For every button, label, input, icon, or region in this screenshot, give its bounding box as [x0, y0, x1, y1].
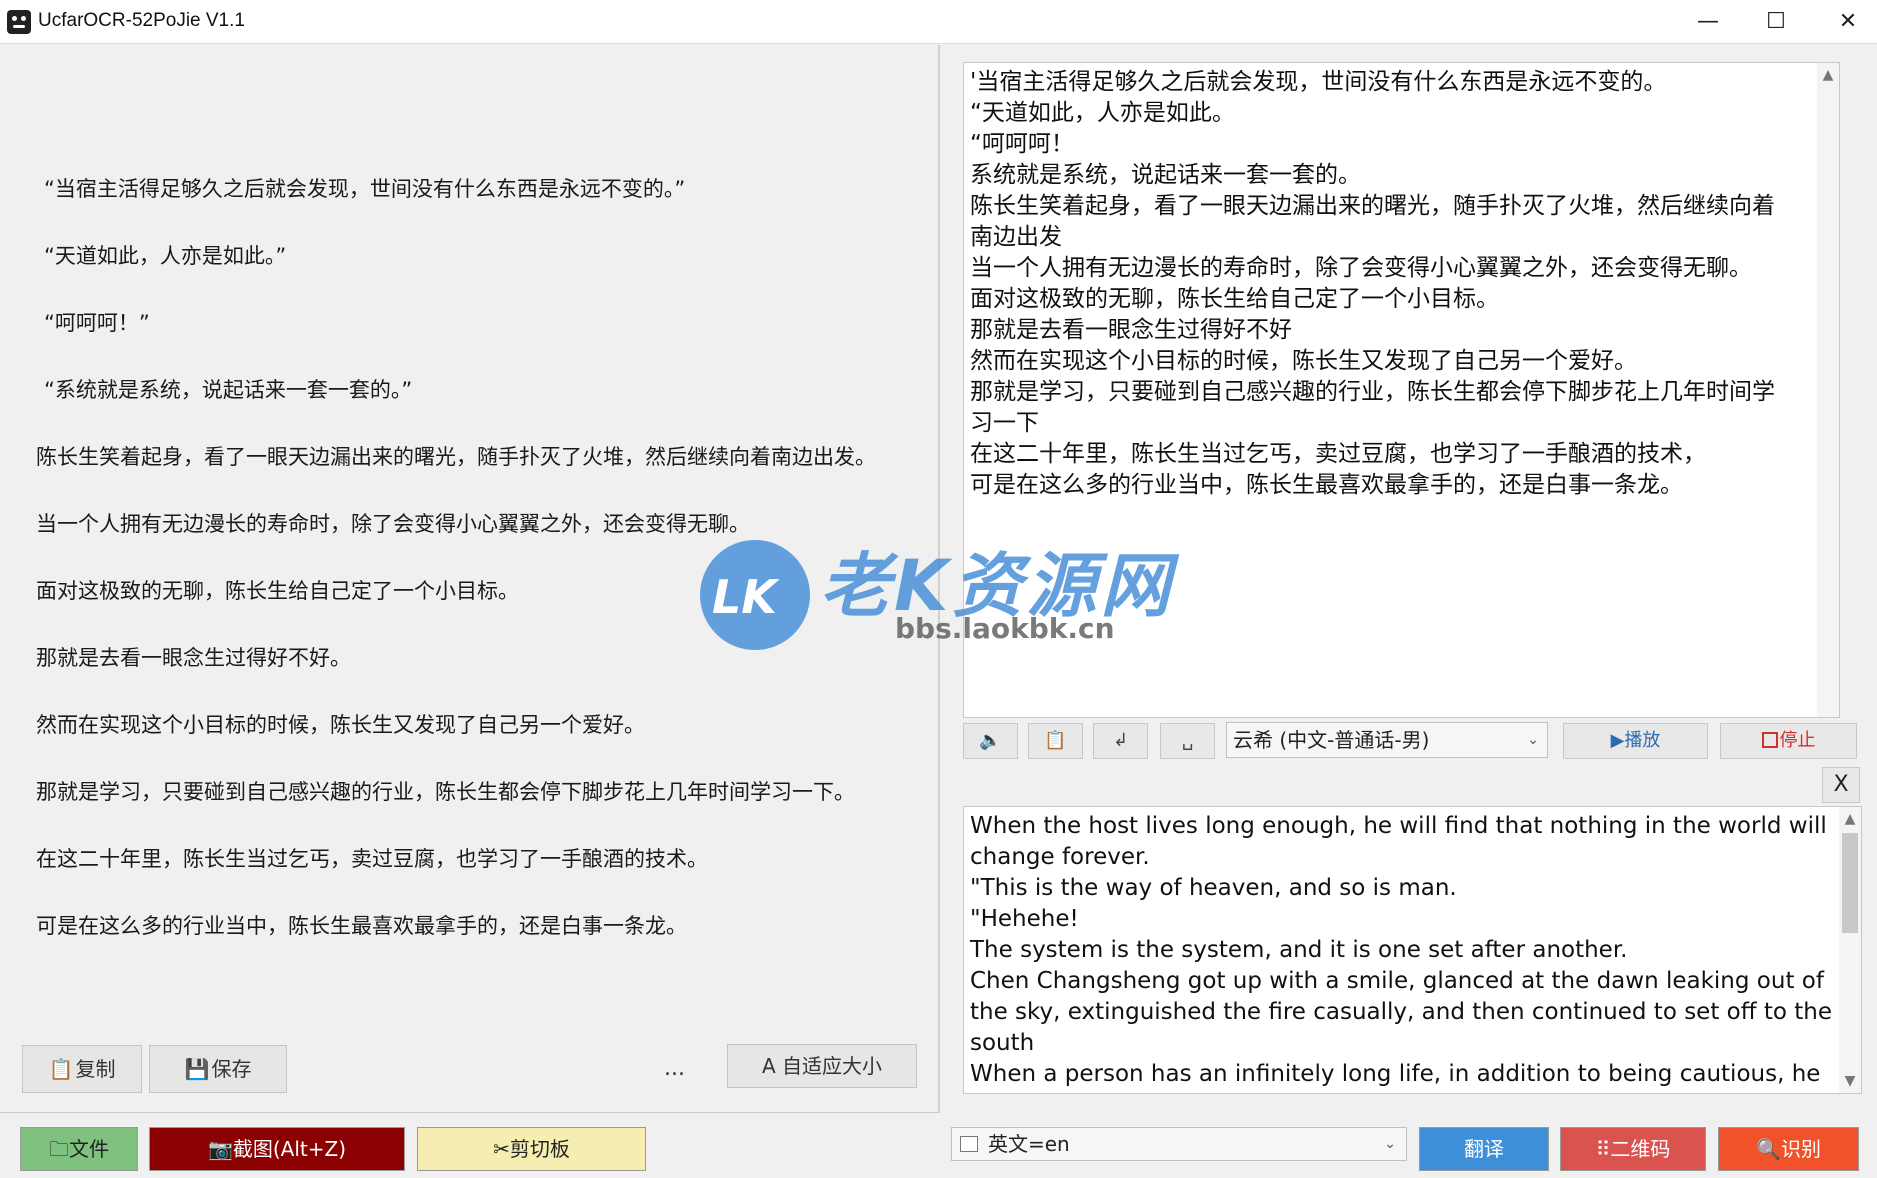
stop-icon [1761, 732, 1778, 748]
translation-line: The system is the system, and it is one … [970, 937, 1628, 963]
source-line: 然而在实现这个小目标的时候，陈长生又发现了自己另一个爱好。 [36, 713, 645, 737]
app-logo-icon [7, 10, 31, 34]
qrcode-label: 二维码 [1610, 1137, 1671, 1161]
source-line: 陈长生笑着起身，看了一眼天边漏出来的曙光，随手扑灭了火堆，然后继续向着南边出发。 [36, 445, 876, 469]
clipboard-icon: 📋 [1044, 730, 1067, 751]
translation-content: When the host lives long enough, he will… [970, 811, 1833, 1090]
copy-icon: 📋 [48, 1057, 74, 1081]
newline-button[interactable]: ↲ [1093, 723, 1148, 759]
ocr-line: 那就是学习，只要碰到自己感兴趣的行业，陈长生都会停下脚步花上几年时间学 [970, 379, 1775, 405]
capture-button[interactable]: 📷截图(Alt+Z) [149, 1127, 405, 1171]
copy-button[interactable]: 📋 复制 [22, 1045, 142, 1093]
ocr-line: 在这二十年里，陈长生当过乞丐，卖过豆腐，也学习了一手酿酒的技术， [970, 441, 1706, 467]
copy-label: 复制 [75, 1057, 116, 1081]
autosize-button[interactable]: A 自适应大小 [727, 1044, 917, 1088]
source-line: “系统就是系统，说起话来一套一套的。” [44, 378, 413, 402]
more-options[interactable]: ... [664, 1056, 685, 1081]
scissors-icon: ✂ [493, 1137, 510, 1161]
source-line: 面对这极致的无聊，陈长生给自己定了一个小目标。 [36, 579, 519, 603]
save-icon: 💾 [184, 1057, 210, 1081]
ocr-line: 然而在实现这个小目标的时候，陈长生又发现了自己另一个爱好。 [970, 348, 1637, 374]
target-language-select[interactable]: 英文=en ⌄ [951, 1127, 1407, 1161]
capture-label: 截图(Alt+Z) [232, 1137, 347, 1161]
source-line: “天道如此，人亦是如此。” [44, 244, 287, 268]
translation-line: change forever. [970, 844, 1150, 870]
paste-button[interactable]: 📋 [1028, 723, 1083, 759]
save-label: 保存 [211, 1057, 252, 1081]
voice-select[interactable]: 云希 (中文-普通话-男) ⌄ [1226, 722, 1548, 758]
file-label: 文件 [69, 1137, 109, 1161]
recognize-button[interactable]: 🔍识别 [1718, 1127, 1859, 1171]
chevron-down-icon: ⌄ [1527, 732, 1539, 748]
speaker-button[interactable]: 🔈 [963, 723, 1018, 759]
language-flag-icon [960, 1136, 978, 1152]
translation-line: the sky, extinguished the fire casually,… [970, 999, 1833, 1025]
ocr-scrollbar[interactable]: ▲ [1817, 63, 1839, 717]
folder-icon: 🗀 [49, 1137, 69, 1161]
speaker-icon: 🔈 [979, 730, 1002, 751]
ocr-line: 面对这极致的无聊，陈长生给自己定了一个小目标。 [970, 286, 1499, 312]
recognize-label: 识别 [1780, 1137, 1821, 1161]
clipboard-label: 剪切板 [509, 1137, 570, 1161]
play-button[interactable]: ▶播放 [1563, 723, 1708, 759]
translation-line: south [970, 1030, 1035, 1056]
ocr-result-textbox[interactable]: '当宿主活得足够久之后就会发现，世间没有什么东西是永远不变的。 “天道如此，人亦… [963, 62, 1840, 718]
target-language-value: 英文=en [988, 1132, 1070, 1156]
close-button[interactable]: ✕ [1812, 0, 1877, 44]
translation-textbox[interactable]: When the host lives long enough, he will… [963, 806, 1862, 1094]
ocr-result-content: '当宿主活得足够久之后就会发现，世间没有什么东西是永远不变的。 “天道如此，人亦… [970, 67, 1805, 501]
source-line: 那就是去看一眼念生过得好不好。 [36, 646, 351, 670]
window-title: UcfarOCR-52PoJie V1.1 [38, 10, 245, 31]
ocr-line: 那就是去看一眼念生过得好不好 [970, 317, 1292, 343]
save-button[interactable]: 💾 保存 [149, 1045, 287, 1093]
source-line: 可是在这么多的行业当中，陈长生最喜欢最拿手的，还是白事一条龙。 [36, 914, 687, 938]
space-icon: ␣ [1181, 730, 1194, 751]
stop-label: 停止 [1779, 730, 1816, 751]
clipboard-button[interactable]: ✂剪切板 [417, 1127, 646, 1171]
title-bar: UcfarOCR-52PoJie V1.1 — ☐ ✕ [0, 0, 1877, 44]
space-button[interactable]: ␣ [1160, 723, 1215, 759]
ocr-line: “呵呵呵！ [970, 131, 1074, 157]
scroll-up-arrow-icon[interactable]: ▲ [1817, 67, 1839, 83]
ocr-line: 系统就是系统，说起话来一套一套的。 [970, 162, 1361, 188]
maximize-button[interactable]: ☐ [1740, 0, 1812, 44]
camera-icon: 📷 [207, 1137, 233, 1161]
chevron-down-icon: ⌄ [1384, 1136, 1396, 1152]
translation-line: Chen Changsheng got up with a smile, gla… [970, 968, 1824, 994]
source-line: “呵呵呵！” [44, 311, 150, 335]
translation-line: When the host lives long enough, he will… [970, 813, 1827, 839]
qrcode-button[interactable]: ⠿二维码 [1560, 1127, 1706, 1171]
bottom-toolbar: 🗀文件 📷截图(Alt+Z) ✂剪切板 英文=en ⌄ 翻译 ⠿二维码 🔍识别 [0, 1113, 1877, 1178]
voice-selected: 云希 (中文-普通话-男) [1233, 728, 1430, 752]
ocr-line: 可是在这么多的行业当中，陈长生最喜欢最拿手的，还是白事一条龙。 [970, 472, 1683, 498]
translation-line: When a person has an infinitely long lif… [970, 1061, 1821, 1087]
search-icon: 🔍 [1756, 1137, 1781, 1161]
translation-line: "This is the way of heaven, and so is ma… [970, 875, 1457, 901]
ocr-line: '当宿主活得足够久之后就会发现，世间没有什么东西是永远不变的。 [970, 69, 1667, 95]
enter-icon: ↲ [1112, 730, 1129, 751]
scroll-up-arrow-icon[interactable]: ▲ [1839, 811, 1861, 827]
translation-scrollbar[interactable]: ▲ ▼ [1839, 807, 1861, 1093]
scroll-thumb[interactable] [1842, 833, 1858, 933]
source-line: “当宿主活得足够久之后就会发现，世间没有什么东西是永远不变的。” [44, 177, 686, 201]
stop-button[interactable]: 停止 [1720, 723, 1857, 759]
scroll-down-arrow-icon[interactable]: ▼ [1839, 1073, 1861, 1089]
ocr-line: 陈长生笑着起身，看了一眼天边漏出来的曙光，随手扑灭了火堆，然后继续向着 [970, 193, 1775, 219]
translation-line: "Hehehe! [970, 906, 1079, 932]
translation-close-button[interactable]: X [1822, 767, 1860, 803]
source-line: 当一个人拥有无边漫长的寿命时，除了会变得小心翼翼之外，还会变得无聊。 [36, 512, 750, 536]
ocr-line: 习一下 [970, 410, 1039, 436]
source-text-panel[interactable]: “当宿主活得足够久之后就会发现，世间没有什么东西是永远不变的。” “天道如此，人… [0, 45, 940, 1113]
ocr-line: “天道如此，人亦是如此。 [970, 100, 1235, 126]
translate-button[interactable]: 翻译 [1419, 1127, 1549, 1171]
qrcode-icon: ⠿ [1595, 1137, 1611, 1161]
ocr-line: 当一个人拥有无边漫长的寿命时，除了会变得小心翼翼之外，还会变得无聊。 [970, 255, 1752, 281]
ocr-line: 南边出发 [970, 224, 1062, 250]
minimize-button[interactable]: — [1672, 0, 1744, 44]
source-line: 那就是学习，只要碰到自己感兴趣的行业，陈长生都会停下脚步花上几年时间学习一下。 [36, 780, 855, 804]
source-line: 在这二十年里，陈长生当过乞丐，卖过豆腐，也学习了一手酿酒的技术。 [36, 847, 708, 871]
file-button[interactable]: 🗀文件 [20, 1127, 138, 1171]
